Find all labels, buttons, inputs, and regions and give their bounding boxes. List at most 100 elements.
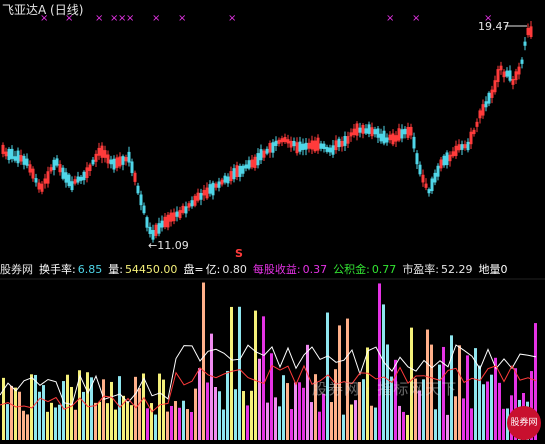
- volume-bar: [46, 411, 49, 440]
- chart-title: 飞亚达A (日线): [2, 3, 84, 17]
- candle-body: [373, 129, 377, 135]
- candle-body: [337, 138, 341, 148]
- volume-bar: [114, 409, 117, 440]
- volume-bar: [482, 384, 485, 440]
- candle-body: [256, 153, 260, 166]
- candle-body: [16, 150, 20, 164]
- candle-body: [151, 229, 155, 240]
- candle-body: [64, 172, 68, 183]
- volume-bar: [406, 414, 409, 440]
- volume-bar: [6, 404, 9, 440]
- candle-body: [211, 182, 215, 196]
- watermark-text: 股券网 · 指标网天下: [312, 380, 458, 398]
- volume-bar: [502, 408, 505, 440]
- candle-body: [436, 165, 440, 177]
- candle-body: [160, 220, 164, 228]
- volume-bar: [434, 409, 437, 440]
- volume-bar: [290, 409, 293, 440]
- volume-bar: [342, 414, 345, 440]
- candle-body: [121, 156, 125, 165]
- candle-body: [139, 194, 143, 206]
- site-label: 股券网: [0, 263, 33, 276]
- cross-marker: ×: [386, 13, 394, 24]
- candle-body: [301, 143, 305, 150]
- volume-bar: [98, 401, 101, 440]
- volume-bar-series: [2, 282, 537, 440]
- chart-canvas[interactable]: × × × × × × × × × × × × 19.47 ←11.09 S: [0, 0, 545, 444]
- candle-body: [328, 147, 332, 153]
- volume-bar: [10, 385, 13, 440]
- volume-bar: [274, 397, 277, 440]
- candle-body: [199, 193, 203, 200]
- candle-body: [367, 124, 371, 134]
- candle-body: [232, 168, 236, 180]
- volume-bar: [438, 364, 441, 440]
- volume-bar: [286, 383, 289, 440]
- volume-bar: [478, 365, 481, 440]
- volume-bar: [354, 400, 357, 440]
- volume-bar: [262, 316, 265, 440]
- candle-body: [508, 70, 512, 81]
- volume-bar: [138, 388, 141, 440]
- indicator-info-bar: 股券网 换手率: 6.85 量: 54450.00 盘= 亿: 0.80 每股收益: 0.37 公积…: [0, 262, 514, 278]
- candle-body: [265, 148, 269, 154]
- cross-marker: ×: [178, 13, 186, 24]
- candle-body: [271, 142, 275, 153]
- volume-label: 量:: [108, 263, 123, 276]
- volume-bar: [178, 407, 181, 440]
- volume-bar: [230, 306, 233, 440]
- volume-bar: [306, 344, 309, 440]
- candle-body: [7, 148, 11, 160]
- candle-body: [418, 164, 422, 175]
- candle-body: [415, 153, 419, 165]
- volume-bar: [210, 333, 213, 440]
- volume-bar: [490, 374, 493, 440]
- candle-body: [460, 144, 464, 150]
- candle-body: [484, 101, 488, 108]
- volume-bar: [250, 390, 253, 440]
- candle-body: [430, 178, 434, 192]
- candle-body: [13, 156, 17, 161]
- volume-bar: [242, 391, 245, 440]
- candle-body: [34, 178, 38, 183]
- candle-body: [238, 165, 242, 177]
- volume-bar: [254, 310, 257, 440]
- candle-body: [76, 176, 80, 183]
- volume-bar: [374, 407, 377, 440]
- cross-marker: ×: [412, 13, 420, 24]
- volume-bar: [146, 408, 149, 440]
- volume-bar: [154, 414, 157, 440]
- volume-bar: [370, 405, 373, 440]
- sell-signal-marker: S: [235, 247, 243, 260]
- candle-body: [145, 217, 149, 228]
- cross-marker: ×: [126, 13, 134, 24]
- cross-marker: ×: [95, 13, 103, 24]
- volume-bar: [402, 411, 405, 440]
- candle-body: [433, 172, 437, 183]
- volume-bar: [22, 410, 25, 440]
- candle-body: [322, 143, 326, 150]
- volume-bar: [278, 406, 281, 440]
- volume-bar: [234, 389, 237, 440]
- volume-bar: [82, 391, 85, 440]
- volume-bar: [2, 377, 5, 440]
- volume-bar: [70, 386, 73, 440]
- eps-value: 0.37: [302, 263, 328, 276]
- candle-body: [52, 159, 56, 171]
- volume-bar: [302, 387, 305, 440]
- volume-bar: [94, 402, 97, 440]
- candle-body: [259, 149, 263, 161]
- candle-body: [130, 161, 134, 173]
- volume-bar: [282, 375, 285, 440]
- candle-body: [247, 160, 251, 169]
- volume-bar: [318, 411, 321, 440]
- candle-body: [223, 175, 227, 183]
- volume-bar: [18, 391, 21, 440]
- candle-body: [505, 70, 509, 77]
- candle-body: [25, 158, 29, 166]
- turnover-label: 换手率:: [39, 263, 76, 276]
- candle-body: [445, 152, 449, 166]
- volume-bar: [130, 405, 133, 440]
- candle-body: [241, 165, 245, 174]
- volume-bar: [206, 382, 209, 440]
